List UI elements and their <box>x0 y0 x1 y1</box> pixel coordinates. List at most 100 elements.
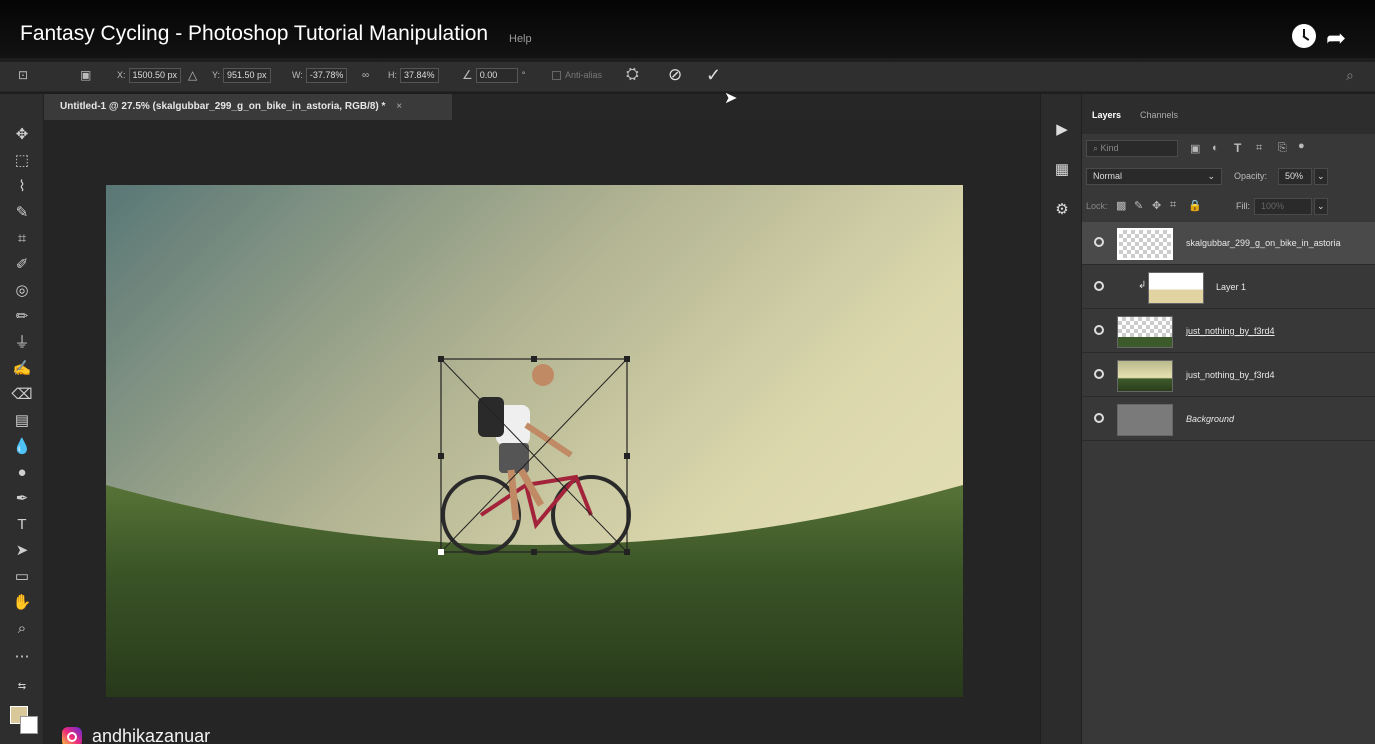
anti-alias-option[interactable]: Anti-alias <box>552 67 602 83</box>
opacity-field[interactable]: 50% <box>1278 168 1312 185</box>
move-tool-icon[interactable]: ✥ <box>9 124 35 146</box>
menu-help[interactable]: Help <box>509 33 532 45</box>
pen-tool-icon[interactable]: ✒ <box>9 488 35 510</box>
history-brush-tool-icon[interactable]: ✍ <box>9 358 35 380</box>
tools-panel: ✥ ⬚ ⌇ ✎ ⌗ ✐ ◎ ✏ ⏚ ✍ ⌫ ▤ 💧 ● ✒ T ➤ ▭ ✋ ⌕ … <box>0 94 44 744</box>
layer-name[interactable]: Background <box>1186 414 1234 424</box>
type-tool-icon[interactable]: T <box>9 514 35 536</box>
tab-layers[interactable]: Layers <box>1092 110 1121 120</box>
watch-later-icon[interactable] <box>1292 24 1316 48</box>
visibility-eye-icon[interactable] <box>1094 369 1104 379</box>
document-canvas[interactable] <box>106 185 963 697</box>
document-tab[interactable]: Untitled-1 @ 27.5% (skalgubbar_299_g_on_… <box>44 94 452 120</box>
eraser-tool-icon[interactable]: ⌫ <box>9 384 35 406</box>
mouse-cursor-icon: ➤ <box>724 90 738 107</box>
dodge-tool-icon[interactable]: ● <box>9 462 35 484</box>
angle-icon: ∠ <box>462 68 473 82</box>
layers-panel: Layers Channels ⌕ Kind ▣ ◐ T ⌗ ⎘ ● Norma… <box>1082 94 1375 744</box>
close-tab-icon[interactable]: × <box>396 101 402 112</box>
filter-toggle-icon[interactable]: ● <box>1298 140 1305 152</box>
video-title-bar: Fantasy Cycling - Photoshop Tutorial Man… <box>0 0 1375 62</box>
layer-row[interactable]: ↲ Layer 1 <box>1082 266 1375 309</box>
lock-transparent-icon[interactable]: ▩ <box>1116 199 1126 212</box>
share-icon[interactable]: ➦ <box>1326 24 1346 53</box>
transform-tool-icon[interactable]: ⊡ <box>18 67 28 83</box>
tab-channels[interactable]: Channels <box>1140 110 1178 120</box>
path-selection-tool-icon[interactable]: ➤ <box>9 540 35 562</box>
commit-transform-icon[interactable]: ✓ <box>706 65 721 85</box>
layers-panel-tabs: Layers Channels <box>1082 94 1375 134</box>
opacity-dropdown[interactable]: ⌄ <box>1314 168 1328 185</box>
layer-name[interactable]: just_nothing_by_f3rd4 <box>1186 326 1275 336</box>
anti-alias-checkbox[interactable] <box>552 70 561 80</box>
layer-name[interactable]: skalgubbar_299_g_on_bike_in_astoria <box>1186 238 1341 248</box>
document-tab-title: Untitled-1 @ 27.5% (skalgubbar_299_g_on_… <box>60 101 386 112</box>
filter-row: ⌕ Kind ▣ ◐ T ⌗ ⎘ ● <box>1086 140 1372 160</box>
layer-name[interactable]: just_nothing_by_f3rd4 <box>1186 370 1275 380</box>
shape-filter-icon[interactable]: ⌗ <box>1256 142 1262 155</box>
visibility-eye-icon[interactable] <box>1094 281 1104 291</box>
zoom-tool-icon[interactable]: ⌕ <box>9 618 35 640</box>
cancel-transform-icon[interactable]: ⊘ <box>668 65 682 84</box>
lock-position-icon[interactable]: ✥ <box>1152 199 1161 212</box>
fill-field[interactable]: 100% <box>1254 198 1312 215</box>
kind-filter-select[interactable]: ⌕ Kind <box>1086 140 1178 157</box>
channel-handle-text: andhikazanuar <box>92 726 211 744</box>
layer-row[interactable]: skalgubbar_299_g_on_bike_in_astoria <box>1082 222 1375 265</box>
pixel-filter-icon[interactable]: ▣ <box>1190 142 1200 155</box>
link-icon[interactable]: ∞ <box>362 67 369 83</box>
swatches-panel-icon[interactable]: ▦ <box>1047 156 1077 184</box>
brush-tool-icon[interactable]: ✏ <box>9 306 35 328</box>
layer-thumbnail <box>1117 360 1173 392</box>
hand-tool-icon[interactable]: ✋ <box>9 592 35 614</box>
lock-artboard-icon[interactable]: ⌗ <box>1170 199 1176 212</box>
blend-mode-select[interactable]: Normal ⌄ <box>1086 168 1222 185</box>
canvas-image <box>106 185 963 697</box>
visibility-eye-icon[interactable] <box>1094 325 1104 335</box>
more-tools-icon[interactable]: ⋯ <box>9 646 35 668</box>
fill-dropdown[interactable]: ⌄ <box>1314 198 1328 215</box>
search-icon[interactable]: ⌕ <box>1346 67 1354 83</box>
layer-row[interactable]: just_nothing_by_f3rd4 <box>1082 354 1375 397</box>
layer-row[interactable]: just_nothing_by_f3rd4 <box>1082 310 1375 353</box>
w-field[interactable]: -37.78% <box>305 67 348 83</box>
visibility-eye-icon[interactable] <box>1094 413 1104 423</box>
y-field[interactable]: 951.50 px <box>223 67 271 83</box>
clone-stamp-tool-icon[interactable]: ⏚ <box>9 332 35 354</box>
fill-value: 100% <box>1261 201 1285 211</box>
anti-alias-label: Anti-alias <box>565 70 603 80</box>
healing-tool-icon[interactable]: ◎ <box>9 280 35 302</box>
gradient-tool-icon[interactable]: ▤ <box>9 410 35 432</box>
lock-pixels-icon[interactable]: ✎ <box>1134 199 1143 212</box>
x-field[interactable]: 1500.50 px <box>128 67 182 83</box>
properties-panel-icon[interactable]: ⚙ <box>1047 196 1077 224</box>
chevron-down-icon: ⌄ <box>1207 171 1215 181</box>
lasso-tool-icon[interactable]: ⌇ <box>9 176 35 198</box>
adjustment-filter-icon[interactable]: ◐ <box>1212 142 1219 154</box>
lock-all-icon[interactable]: 🔒 <box>1188 199 1202 212</box>
smart-object-filter-icon[interactable]: ⎘ <box>1278 142 1287 155</box>
marquee-tool-icon[interactable]: ⬚ <box>9 150 35 172</box>
warp-mode-icon[interactable]: ⛭ <box>626 66 639 83</box>
type-filter-icon[interactable]: T <box>1234 141 1241 155</box>
visibility-eye-icon[interactable] <box>1094 237 1104 247</box>
blend-row: Normal ⌄ Opacity: 50% ⌄ <box>1086 168 1372 188</box>
angle-field[interactable]: 0.00 <box>475 67 518 83</box>
swap-colors-icon[interactable]: ⇆ <box>9 676 35 698</box>
actions-panel-icon[interactable]: ▶ <box>1047 116 1077 144</box>
background-color-swatch[interactable] <box>20 716 38 734</box>
y-label: Y: <box>212 70 221 80</box>
blur-tool-icon[interactable]: 💧 <box>9 436 35 458</box>
crop-tool-icon[interactable]: ⌗ <box>9 228 35 250</box>
fill-label: Fill: <box>1236 201 1250 211</box>
quick-selection-tool-icon[interactable]: ✎ <box>9 202 35 224</box>
h-field[interactable]: 37.84% <box>400 67 439 83</box>
layer-name[interactable]: Layer 1 <box>1216 282 1246 292</box>
y-position: Y: 951.50 px <box>212 67 271 83</box>
layer-row[interactable]: Background <box>1082 398 1375 441</box>
reference-point-icon[interactable]: ▣ <box>80 67 91 83</box>
rectangle-tool-icon[interactable]: ▭ <box>9 566 35 588</box>
video-title[interactable]: Fantasy Cycling - Photoshop Tutorial Man… <box>20 22 488 46</box>
relative-position-icon[interactable]: △ <box>188 67 197 83</box>
eyedropper-tool-icon[interactable]: ✐ <box>9 254 35 276</box>
